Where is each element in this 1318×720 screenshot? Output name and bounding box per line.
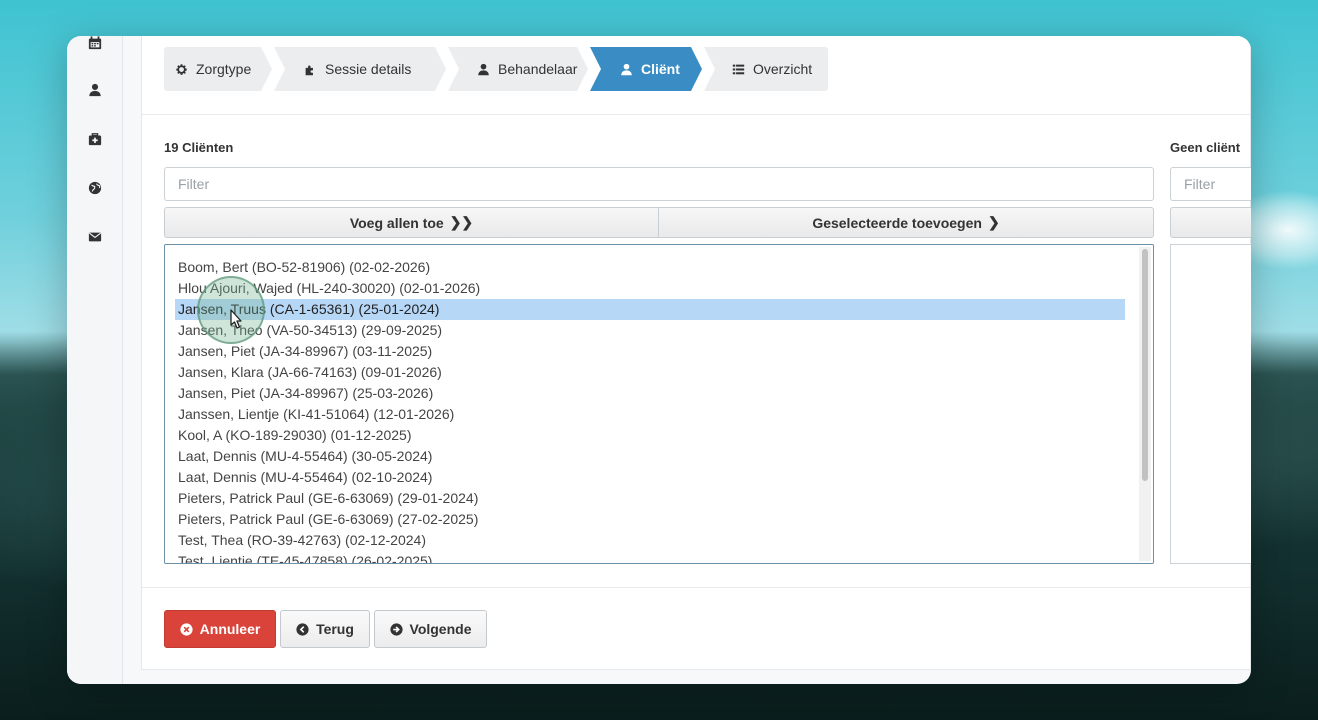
client-option[interactable]: Hlou Ajouri, Wajed (HL-240-30020) (02-01… <box>165 278 1137 299</box>
add-all-label: Voeg allen toe <box>349 214 444 231</box>
next-label: Volgende <box>409 621 472 637</box>
add-all-button[interactable]: Voeg allen toe ❯❯ <box>164 207 659 238</box>
step-sessie-details[interactable]: Sessie details <box>274 47 446 91</box>
client-option[interactable]: Jansen, Piet (JA-34-89967) (25-03-2026) <box>165 383 1137 404</box>
client-option[interactable]: Laat, Dennis (MU-4-55464) (02-10-2024) <box>165 467 1137 488</box>
step-zorgtype[interactable]: Zorgtype <box>164 47 272 91</box>
list-icon <box>732 64 745 74</box>
chevron-right-icon: ❯ <box>987 214 1000 230</box>
circle-x-icon <box>180 622 193 636</box>
client-option[interactable]: Test, Thea (RO-39-42763) (02-12-2024) <box>165 530 1137 551</box>
client-count-label: 19 Cliënten <box>164 140 234 155</box>
selected-client-listbox[interactable] <box>1170 244 1251 564</box>
mouse-cursor-icon <box>230 309 242 329</box>
circle-arrow-left-icon <box>296 622 309 636</box>
double-chevron-right-icon: ❯❯ <box>449 214 474 230</box>
medkit-icon[interactable] <box>67 124 123 154</box>
client-option[interactable]: Janssen, Lientje (KI-41-51064) (12-01-20… <box>165 404 1137 425</box>
gear-icon <box>175 63 188 76</box>
client-option[interactable]: Jansen, Theo (VA-50-34513) (29-09-2025) <box>165 320 1137 341</box>
client-options: Boom, Bert (BO-52-81906) (02-02-2026) Hlo… <box>165 257 1137 563</box>
client-option[interactable]: Test, Lientje (TE-45-47858) (26-02-2025) <box>165 551 1137 563</box>
step-label: Behandelaar <box>498 61 578 77</box>
globe-icon[interactable] <box>67 173 123 203</box>
client-option[interactable]: Jansen, Truus (CA-1-65361) (25-01-2024) <box>175 299 1125 320</box>
scrollbar-thumb[interactable] <box>1142 249 1148 481</box>
user-icon <box>620 63 633 76</box>
step-behandelaar[interactable]: Behandelaar <box>448 47 588 91</box>
envelope-icon[interactable] <box>67 222 123 252</box>
client-listbox[interactable]: Boom, Bert (BO-52-81906) (02-02-2026) Hlo… <box>164 244 1154 564</box>
step-label: Overzicht <box>753 61 813 77</box>
client-option[interactable]: Laat, Dennis (MU-4-55464) (30-05-2024) <box>165 446 1137 467</box>
selected-client-label: Geen cliënt <box>1170 140 1241 155</box>
puzzle-icon <box>304 63 317 76</box>
step-label: Sessie details <box>325 61 412 77</box>
app-window: Zorgtype Sessie details Behandelaar Clië… <box>67 36 1251 684</box>
back-button[interactable]: Terug <box>280 610 370 648</box>
divider <box>142 587 1250 588</box>
filter-input-right[interactable] <box>1170 167 1251 201</box>
cancel-label: Annuleer <box>199 621 261 637</box>
client-option[interactable]: Kool, A (KO-189-29030) (01-12-2025) <box>165 425 1137 446</box>
client-option[interactable]: Pieters, Patrick Paul (GE-6-63069) (29-0… <box>165 488 1137 509</box>
client-option[interactable]: Boom, Bert (BO-52-81906) (02-02-2026) <box>165 257 1137 278</box>
client-option[interactable]: Jansen, Klara (JA-66-74163) (09-01-2026) <box>165 362 1137 383</box>
user-icon[interactable] <box>67 75 123 105</box>
sidebar <box>67 36 123 684</box>
step-label: Zorgtype <box>196 61 252 77</box>
step-client[interactable]: Cliënt <box>590 47 702 91</box>
client-option[interactable]: Pieters, Patrick Paul (GE-6-63069) (27-0… <box>165 509 1137 530</box>
add-selected-label: Geselecteerde toevoegen <box>812 214 982 231</box>
add-selected-button[interactable]: Geselecteerde toevoegen ❯ <box>659 207 1154 238</box>
step-overzicht[interactable]: Overzicht <box>704 47 828 91</box>
user-icon <box>477 63 490 76</box>
step-label: Cliënt <box>641 61 680 77</box>
back-label: Terug <box>316 621 354 637</box>
main-panel: Zorgtype Sessie details Behandelaar Clië… <box>141 36 1251 670</box>
next-button[interactable]: Volgende <box>374 610 487 648</box>
client-option[interactable]: Jansen, Piet (JA-34-89967) (03-11-2025) <box>165 341 1137 362</box>
filter-input-left[interactable] <box>164 167 1154 201</box>
scrollbar[interactable] <box>1139 247 1151 561</box>
remove-button[interactable] <box>1170 207 1251 238</box>
move-buttons-right <box>1170 207 1251 238</box>
cancel-button[interactable]: Annuleer <box>164 610 276 648</box>
calendar-icon[interactable] <box>67 36 123 58</box>
circle-arrow-right-icon <box>389 622 403 636</box>
move-buttons: Voeg allen toe ❯❯ Geselecteerde toevoege… <box>164 207 1154 238</box>
divider <box>142 114 1250 115</box>
